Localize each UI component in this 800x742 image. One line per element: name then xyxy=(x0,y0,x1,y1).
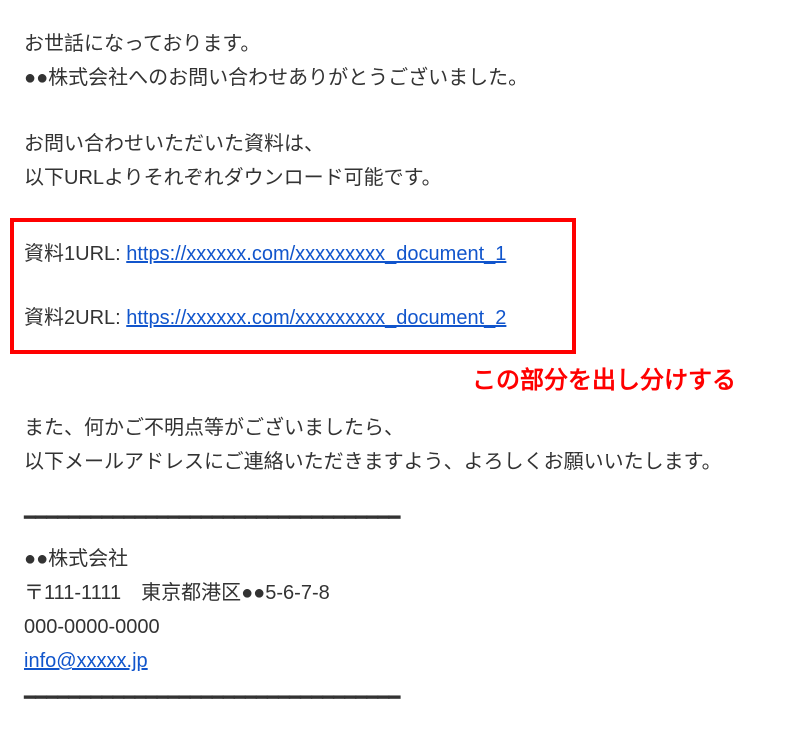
blank-spacer xyxy=(24,96,776,128)
closing-line-1: また、何かご不明点等がございましたら、 xyxy=(24,412,776,444)
document-1-link[interactable]: https://xxxxxx.com/xxxxxxxxx_document_1 xyxy=(126,243,506,265)
documents-highlight-box: 資料1URL: https://xxxxxx.com/xxxxxxxxx_doc… xyxy=(10,218,576,354)
document-row-2: 資料2URL: https://xxxxxx.com/xxxxxxxxx_doc… xyxy=(24,302,562,334)
document-1-label: 資料1URL: xyxy=(24,243,126,265)
greeting-line-2: ●●株式会社へのお問い合わせありがとうございました。 xyxy=(24,62,776,94)
signature-top-divider: ━━━━━━━━━━━━━━━━━━━━━━━━━━━━━━━━━━ xyxy=(24,502,776,534)
closing-line-2: 以下メールアドレスにご連絡いただきますよう、よろしくお願いいたします。 xyxy=(24,446,776,478)
intro-line-1: お問い合わせいただいた資料は、 xyxy=(24,128,776,160)
signature-bottom-divider: ━━━━━━━━━━━━━━━━━━━━━━━━━━━━━━━━━━ xyxy=(24,682,776,714)
signature-block: ●●株式会社 〒111-1111 東京都港区●●5-6-7-8 000-0000… xyxy=(24,542,776,678)
callout-annotation: この部分を出し分けする xyxy=(24,362,736,400)
signature-email-link[interactable]: info@xxxxx.jp xyxy=(24,650,148,672)
document-2-link[interactable]: https://xxxxxx.com/xxxxxxxxx_document_2 xyxy=(126,307,506,329)
greeting-line-1: お世話になっております。 xyxy=(24,28,776,60)
signature-company: ●●株式会社 xyxy=(24,542,776,576)
intro-line-2: 以下URLよりそれぞれダウンロード可能です。 xyxy=(24,162,776,194)
signature-address: 〒111-1111 東京都港区●●5-6-7-8 xyxy=(24,576,776,610)
document-row-1: 資料1URL: https://xxxxxx.com/xxxxxxxxx_doc… xyxy=(24,238,562,270)
document-2-label: 資料2URL: xyxy=(24,307,126,329)
signature-phone: 000-0000-0000 xyxy=(24,610,776,644)
